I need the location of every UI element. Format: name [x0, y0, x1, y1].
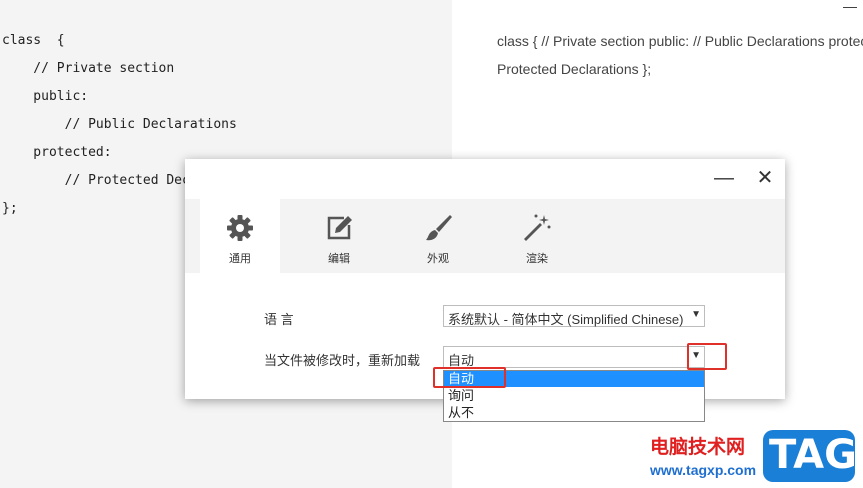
- code-line: public:: [2, 89, 89, 104]
- gear-icon: [227, 215, 253, 241]
- watermark-site-name: 电脑技术网: [650, 436, 746, 458]
- chevron-down-icon: ▼: [691, 309, 701, 320]
- tab-label: 通用: [229, 253, 251, 265]
- tab-label: 外观: [427, 253, 449, 265]
- watermark-badge-text: TAG: [769, 432, 857, 478]
- reload-select[interactable]: 自动 ▼: [443, 346, 705, 368]
- reload-option-never[interactable]: 从不: [444, 405, 704, 421]
- code-line: class {: [2, 33, 65, 48]
- reload-option-ask[interactable]: 询问: [444, 388, 704, 404]
- dropdown-arrow-highlight: [687, 343, 727, 370]
- dialog-close-button[interactable]: ✕: [753, 167, 777, 191]
- language-select-value: 系统默认 - 简体中文 (Simplified Chinese): [448, 312, 684, 327]
- dialog-minimize-button[interactable]: —: [712, 167, 736, 191]
- code-line: protected:: [2, 145, 112, 160]
- tab-render[interactable]: 渲染: [497, 199, 577, 273]
- language-select[interactable]: 系统默认 - 简体中文 (Simplified Chinese) ▼: [443, 305, 705, 327]
- code-line: };: [2, 201, 18, 216]
- tab-bar: 通用 编辑 外观 渲染: [185, 199, 785, 273]
- selected-option-highlight: [433, 367, 506, 388]
- edit-icon: [327, 216, 352, 240]
- reload-label: 当文件被修改时，重新加载: [264, 353, 421, 368]
- watermark-url: www.tagxp.com: [650, 462, 757, 478]
- watermark-logo: TAG: [763, 430, 857, 482]
- code-line: // Public Declarations: [2, 117, 237, 132]
- window-minimize-button[interactable]: —: [843, 0, 857, 14]
- code-line: // Private section: [2, 61, 175, 76]
- preview-line: class { // Private section public: // Pu…: [497, 33, 863, 49]
- preview-line: Protected Declarations };: [497, 61, 652, 77]
- tab-general[interactable]: 通用: [200, 199, 280, 273]
- tab-label: 编辑: [328, 253, 350, 265]
- language-label: 语 言: [264, 312, 294, 327]
- tab-appearance[interactable]: 外观: [398, 199, 478, 273]
- tab-label: 渲染: [526, 253, 548, 265]
- tab-edit[interactable]: 编辑: [299, 199, 379, 273]
- magic-wand-icon: [524, 214, 551, 241]
- brush-icon: [426, 215, 452, 241]
